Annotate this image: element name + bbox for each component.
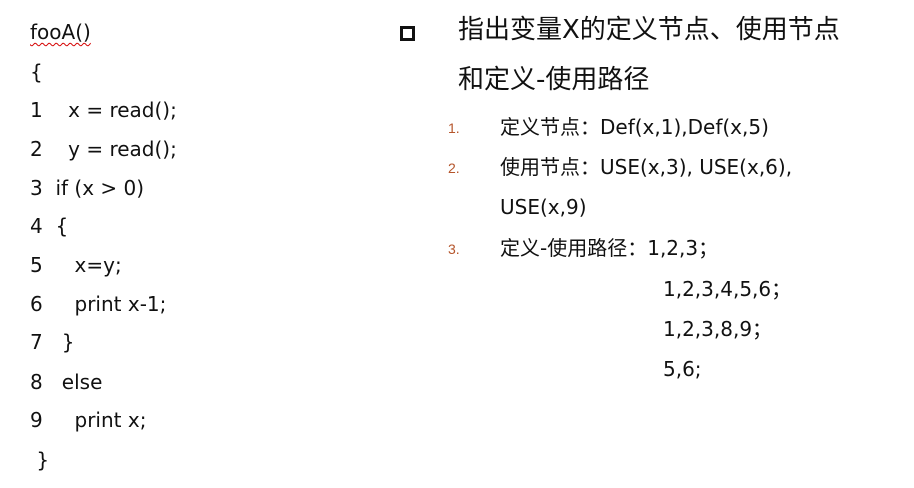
slide: fooA() { 1 x = read(); 2 y = read(); 3 i… [0,0,914,488]
code-line-3: 2 y = read(); [30,137,177,161]
code-line-6: 5 x=y; [30,253,122,277]
path-line-2: 1,2,3,4,5,6； [663,277,792,301]
code-line-10: 9 print x; [30,408,147,432]
code-line-7: 6 print x-1; [30,292,167,316]
code-line-9: 8 else [30,370,103,394]
path-line-4: 5,6; [663,357,702,381]
item-1-text: Def(x,1),Def(x,5) [600,115,769,139]
hollow-square-bullet-icon [400,26,415,41]
function-name: fooA() [30,20,91,44]
item-3: 定义-使用路径：1,2,3； [500,235,718,261]
code-line-11: } [30,448,50,472]
path-line-3: 1,2,3,8,9； [663,317,773,341]
code-line-8: 7 } [30,330,75,354]
item-3-label: 定义-使用路径： [500,236,648,260]
item-1: 定义节点：Def(x,1),Def(x,5) [500,114,769,140]
item-2-text: USE(x,3), USE(x,6), [600,155,793,179]
heading-line-2: 和定义-使用路径 [458,65,650,95]
item-number-3: 3. [448,241,460,257]
heading-line-1: 指出变量X的定义节点、使用节点 [458,15,840,45]
item-2: 使用节点：USE(x,3), USE(x,6), [500,154,792,180]
item-3-text: 1,2,3； [647,236,719,260]
item-2-label: 使用节点： [500,155,600,179]
item-2-continuation: USE(x,9) [500,195,587,219]
code-line-0: fooA() [30,20,91,44]
code-line-1: { [30,60,43,84]
code-line-5: 4 { [30,214,69,238]
code-line-2: 1 x = read(); [30,98,177,122]
item-1-label: 定义节点： [500,115,600,139]
item-number-1: 1. [448,120,460,136]
code-line-4: 3 if (x > 0) [30,176,145,200]
item-number-2: 2. [448,160,460,176]
